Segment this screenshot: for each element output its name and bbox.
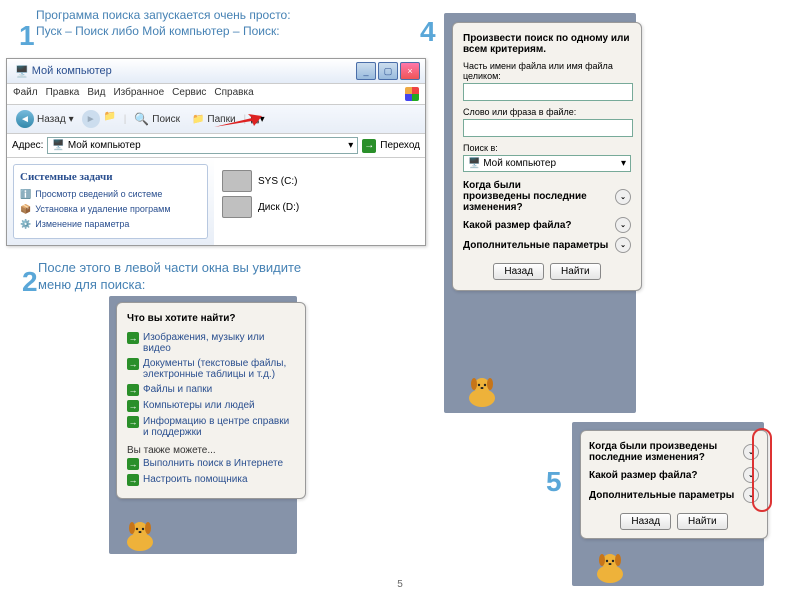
search-option[interactable]: →Изображения, музыку или видео [127,330,295,356]
extra-expander[interactable]: Дополнительные параметры⌄ [463,235,631,255]
assistant-dog-icon [590,548,630,584]
back-button[interactable]: Назад [493,263,544,280]
arrow-icon: → [127,384,139,396]
back-icon: ◄ [16,110,34,128]
arrow-icon: → [127,458,139,470]
size-expander[interactable]: Какой размер файла?⌄ [589,465,759,485]
arrow-icon: → [127,332,139,344]
search-button[interactable]: 🔍 Поиск [130,110,184,128]
assistant-dog-icon [120,516,160,552]
word-input[interactable] [463,119,633,137]
drive-d[interactable]: Диск (D:) [222,196,417,218]
arrow-icon: → [127,400,139,412]
back-button[interactable]: ◄ Назад ▾ [12,108,78,130]
extra-expander[interactable]: Дополнительные параметры⌄ [589,485,759,505]
search-menu-panel: Что вы хотите найти? →Изображения, музык… [116,302,306,499]
menu-help[interactable]: Справка [214,87,253,101]
advanced-search-panel: Произвести поиск по одному или всем крит… [452,22,642,291]
find-button[interactable]: Найти [677,513,728,530]
arrow-icon: → [127,416,139,428]
assistant-dog-icon [462,372,502,408]
also-label: Вы также можете... [127,445,295,456]
minimize-button[interactable]: _ [356,62,376,80]
windows-logo-icon [405,87,419,101]
searchin-label: Поиск в: [463,143,631,153]
search-option[interactable]: →Информацию в центре справки и поддержки [127,414,295,440]
advanced-subset-panel: Когда были произведены последние изменен… [580,430,768,539]
filename-input[interactable] [463,83,633,101]
close-button[interactable]: × [400,62,420,80]
menu-file[interactable]: Файл [13,87,38,101]
task-item[interactable]: ⚙️Изменение параметра [20,217,201,232]
step-2-number: 2 [22,266,38,298]
search-option[interactable]: →Настроить помощника [127,472,295,488]
install-icon: 📦 [20,204,31,215]
step-5-number: 5 [546,466,562,498]
menu-favorites[interactable]: Избранное [113,87,164,101]
chevron-down-icon: ▾ [621,158,626,169]
step-4-number: 4 [420,16,436,48]
when-expander[interactable]: Когда были произведены последние изменен… [463,178,631,215]
menu-service[interactable]: Сервис [172,87,206,101]
tasks-header: Системные задачи [20,171,201,183]
searchin-select[interactable]: 🖥️ Мой компьютер▾ [463,155,631,172]
page-number: 5 [397,579,403,590]
info-icon: ℹ️ [20,189,31,200]
word-label: Слово или фраза в файле: [463,107,631,117]
menubar: Файл Правка Вид Избранное Сервис Справка [7,84,425,105]
forward-button[interactable]: ► [82,110,100,128]
task-item[interactable]: 📦Установка и удаление программ [20,202,201,217]
up-button[interactable]: 📁 [104,111,120,127]
annotation-circle [752,428,772,512]
task-item[interactable]: ℹ️Просмотр сведений о системе [20,187,201,202]
expand-icon: ⌄ [615,217,631,233]
address-input[interactable]: 🖥️Мой компьютер ▾ [47,137,358,154]
annotation-arrow [212,114,262,128]
drive-c[interactable]: SYS (C:) [222,170,417,192]
sys-icon: 🖥️ [15,65,29,78]
folders-icon: 📁 [192,114,204,125]
address-label: Адрес: [12,140,43,151]
adv-header: Произвести поиск по одному или всем крит… [463,33,631,55]
search-option[interactable]: →Документы (текстовые файлы, электронные… [127,356,295,382]
expand-icon: ⌄ [615,189,631,205]
find-button[interactable]: Найти [550,263,601,280]
go-button[interactable]: → [362,139,376,153]
menu-edit[interactable]: Правка [46,87,80,101]
chevron-down-icon[interactable]: ▾ [348,140,353,151]
drive-icon [222,196,252,218]
when-expander[interactable]: Когда были произведены последние изменен… [589,439,759,465]
window-title: Мой компьютер [32,65,112,77]
titlebar: 🖥️ Мой компьютер _ ▢ × [7,59,425,84]
step-1-number: 1 [19,20,35,52]
go-label: Переход [380,140,420,151]
address-bar: Адрес: 🖥️Мой компьютер ▾ → Переход [7,134,425,158]
step-1-text: Программа поиска запускается очень прост… [36,8,296,39]
maximize-button[interactable]: ▢ [378,62,398,80]
search-option[interactable]: →Файлы и папки [127,382,295,398]
settings-icon: ⚙️ [20,219,31,230]
search-icon: 🔍 [134,112,149,126]
size-expander[interactable]: Какой размер файла?⌄ [463,215,631,235]
tasks-pane: Системные задачи ℹ️Просмотр сведений о с… [7,158,214,245]
back-button[interactable]: Назад [620,513,671,530]
expand-icon: ⌄ [615,237,631,253]
drive-icon [222,170,252,192]
arrow-icon: → [127,474,139,486]
menu-view[interactable]: Вид [87,87,105,101]
arrow-icon: → [127,358,139,370]
explorer-window: 🖥️ Мой компьютер _ ▢ × Файл Правка Вид И… [6,58,426,246]
chevron-down-icon: ▾ [69,114,74,125]
search-menu-header: Что вы хотите найти? [127,313,295,324]
search-option[interactable]: →Выполнить поиск в Интернете [127,456,295,472]
drives-area: SYS (C:) Диск (D:) [214,158,425,245]
filename-label: Часть имени файла или имя файла целиком: [463,61,631,81]
step-2-text: После этого в левой части окна вы увидит… [38,260,318,294]
search-option[interactable]: →Компьютеры или людей [127,398,295,414]
